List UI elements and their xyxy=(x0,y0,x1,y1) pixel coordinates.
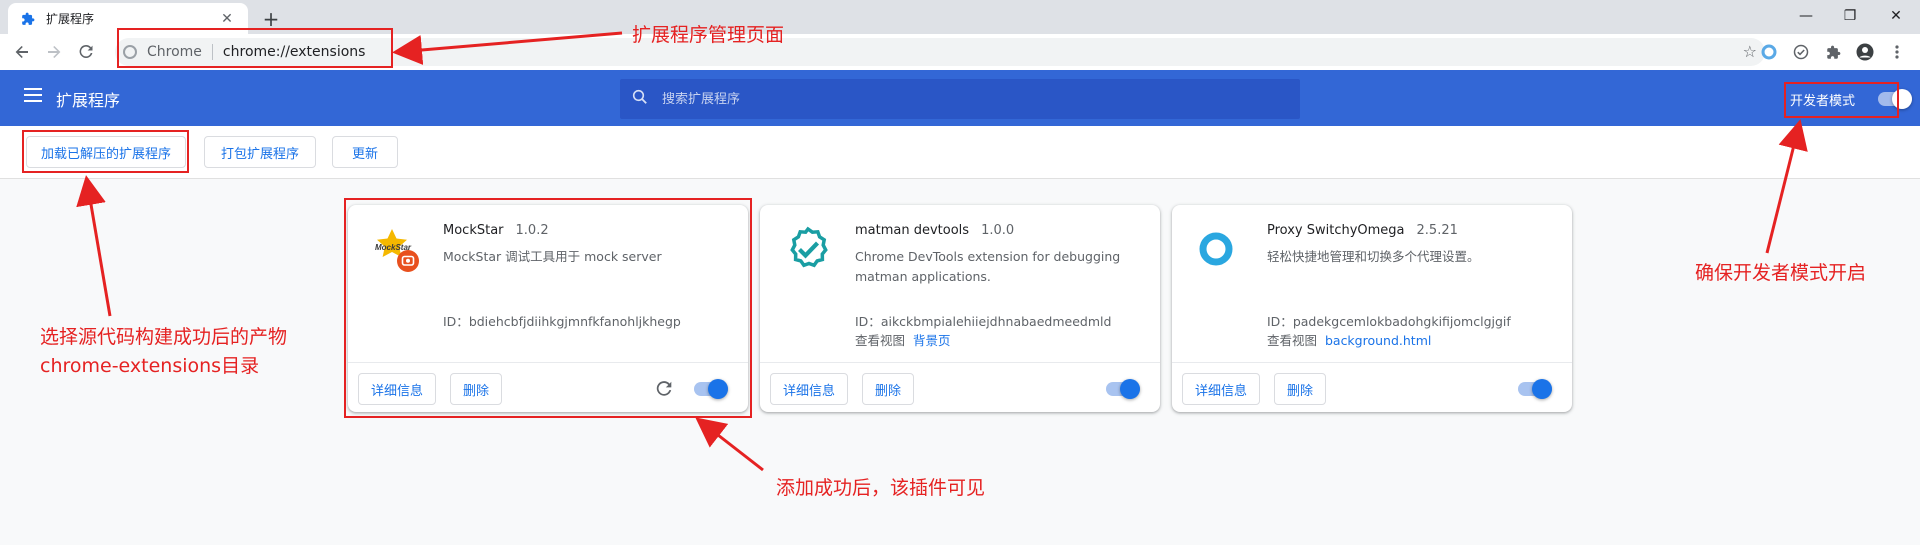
extension-o-icon[interactable] xyxy=(1758,41,1780,63)
enable-toggle[interactable] xyxy=(1106,379,1140,399)
annotation-select-dir-line1: 选择源代码构建成功后的产物 xyxy=(40,326,288,348)
annotation-box-mockstar-card xyxy=(344,198,752,418)
tab-title: 扩展程序 xyxy=(46,12,95,26)
annotation-added-visible: 添加成功后，该插件可见 xyxy=(776,477,986,499)
inspect-views-row: 查看视图 background.html xyxy=(1267,330,1431,349)
profile-avatar-icon[interactable] xyxy=(1854,41,1876,63)
puzzle-icon xyxy=(20,11,36,27)
extension-card-proxy-switchyomega: Proxy SwitchyOmega 2.5.21 轻松快捷地管理和切换多个代理… xyxy=(1172,205,1572,412)
annotation-box-omnibox xyxy=(117,28,393,68)
extensions-puzzle-icon[interactable] xyxy=(1822,41,1844,63)
search-input[interactable] xyxy=(662,91,1262,107)
extension-description: 轻松快捷地管理和切换多个代理设置。 xyxy=(1267,249,1480,264)
annotation-box-dev-mode xyxy=(1784,82,1899,118)
card-footer: 详细信息 删除 xyxy=(760,362,1160,412)
toggle-knob xyxy=(1120,379,1140,399)
more-menu-icon[interactable] xyxy=(1886,41,1908,63)
inspect-views-row: 查看视图 背景页 xyxy=(855,330,950,349)
remove-button[interactable]: 删除 xyxy=(1274,373,1327,405)
menu-icon[interactable] xyxy=(24,88,42,102)
extension-description: Chrome DevTools extension for debugging … xyxy=(855,249,1121,284)
extension-version: 2.5.21 xyxy=(1416,223,1458,238)
background-page-link[interactable]: 背景页 xyxy=(913,333,951,348)
background-html-link[interactable]: background.html xyxy=(1325,333,1431,348)
arrow-to-mockstar-card xyxy=(695,417,764,472)
restore-icon[interactable]: ❐ xyxy=(1836,4,1864,28)
close-window-icon[interactable]: ✕ xyxy=(1882,4,1910,28)
extension-version: 1.0.0 xyxy=(981,223,1015,238)
update-button[interactable]: 更新 xyxy=(332,136,398,168)
card-footer: 详细信息 删除 xyxy=(1172,362,1572,412)
check-circle-icon[interactable] xyxy=(1790,41,1812,63)
annotation-dev-mode-on: 确保开发者模式开启 xyxy=(1695,262,1867,284)
annotation-box-load-unpacked xyxy=(22,130,189,173)
toggle-knob xyxy=(1532,379,1552,399)
details-button[interactable]: 详细信息 xyxy=(1182,373,1261,405)
pack-extension-button[interactable]: 打包扩展程序 xyxy=(204,136,316,168)
extension-id: padekgcemlokbadohgkifijomclgjgif xyxy=(1292,314,1511,329)
matman-badge-check-icon xyxy=(784,225,832,273)
extension-card-matman-devtools: matman devtools 1.0.0 Chrome DevTools ex… xyxy=(760,205,1160,412)
enable-toggle-wrap xyxy=(1106,379,1140,399)
details-button[interactable]: 详细信息 xyxy=(770,373,849,405)
enable-toggle[interactable] xyxy=(1518,379,1552,399)
forward-icon[interactable] xyxy=(42,40,66,64)
extension-id-label: ID： xyxy=(1267,314,1293,329)
back-icon[interactable] xyxy=(10,40,34,64)
extension-id-row: ID：aikckbmpialehiiejdhnabaedmeedmld xyxy=(855,311,1111,330)
enable-toggle-wrap xyxy=(1518,379,1552,399)
annotation-select-dir-line2: chrome-extensions目录 xyxy=(40,355,260,377)
arrow-to-load-unpacked xyxy=(76,175,112,317)
card-name-row: matman devtools 1.0.0 xyxy=(855,223,1014,238)
minimize-icon[interactable]: — xyxy=(1792,4,1820,28)
bookmark-star-icon[interactable]: ☆ xyxy=(1743,42,1757,61)
reload-icon[interactable] xyxy=(74,40,98,64)
developer-action-bar: 加载已解压的扩展程序 打包扩展程序 更新 xyxy=(0,126,1920,179)
inspect-views-label: 查看视图 xyxy=(1267,333,1318,348)
extension-id-row: ID：padekgcemlokbadohgkifijomclgjgif xyxy=(1267,311,1511,330)
annotation-manage-page: 扩展程序管理页面 xyxy=(632,24,785,46)
extension-id-label: ID： xyxy=(855,314,881,329)
extension-name: Proxy SwitchyOmega xyxy=(1267,223,1405,238)
search-box[interactable] xyxy=(620,79,1300,119)
inspect-views-label: 查看视图 xyxy=(855,333,906,348)
switchyomega-icon xyxy=(1196,225,1244,273)
tab-close-icon[interactable]: ✕ xyxy=(218,11,236,27)
extensions-header: 扩展程序 开发者模式 xyxy=(0,70,1920,126)
remove-button[interactable]: 删除 xyxy=(862,373,915,405)
page-title: 扩展程序 xyxy=(56,91,121,110)
extension-name: matman devtools xyxy=(855,223,970,238)
extension-id: aikckbmpialehiiejdhnabaedmeedmld xyxy=(880,314,1112,329)
card-name-row: Proxy SwitchyOmega 2.5.21 xyxy=(1267,223,1458,238)
search-icon xyxy=(632,89,648,109)
